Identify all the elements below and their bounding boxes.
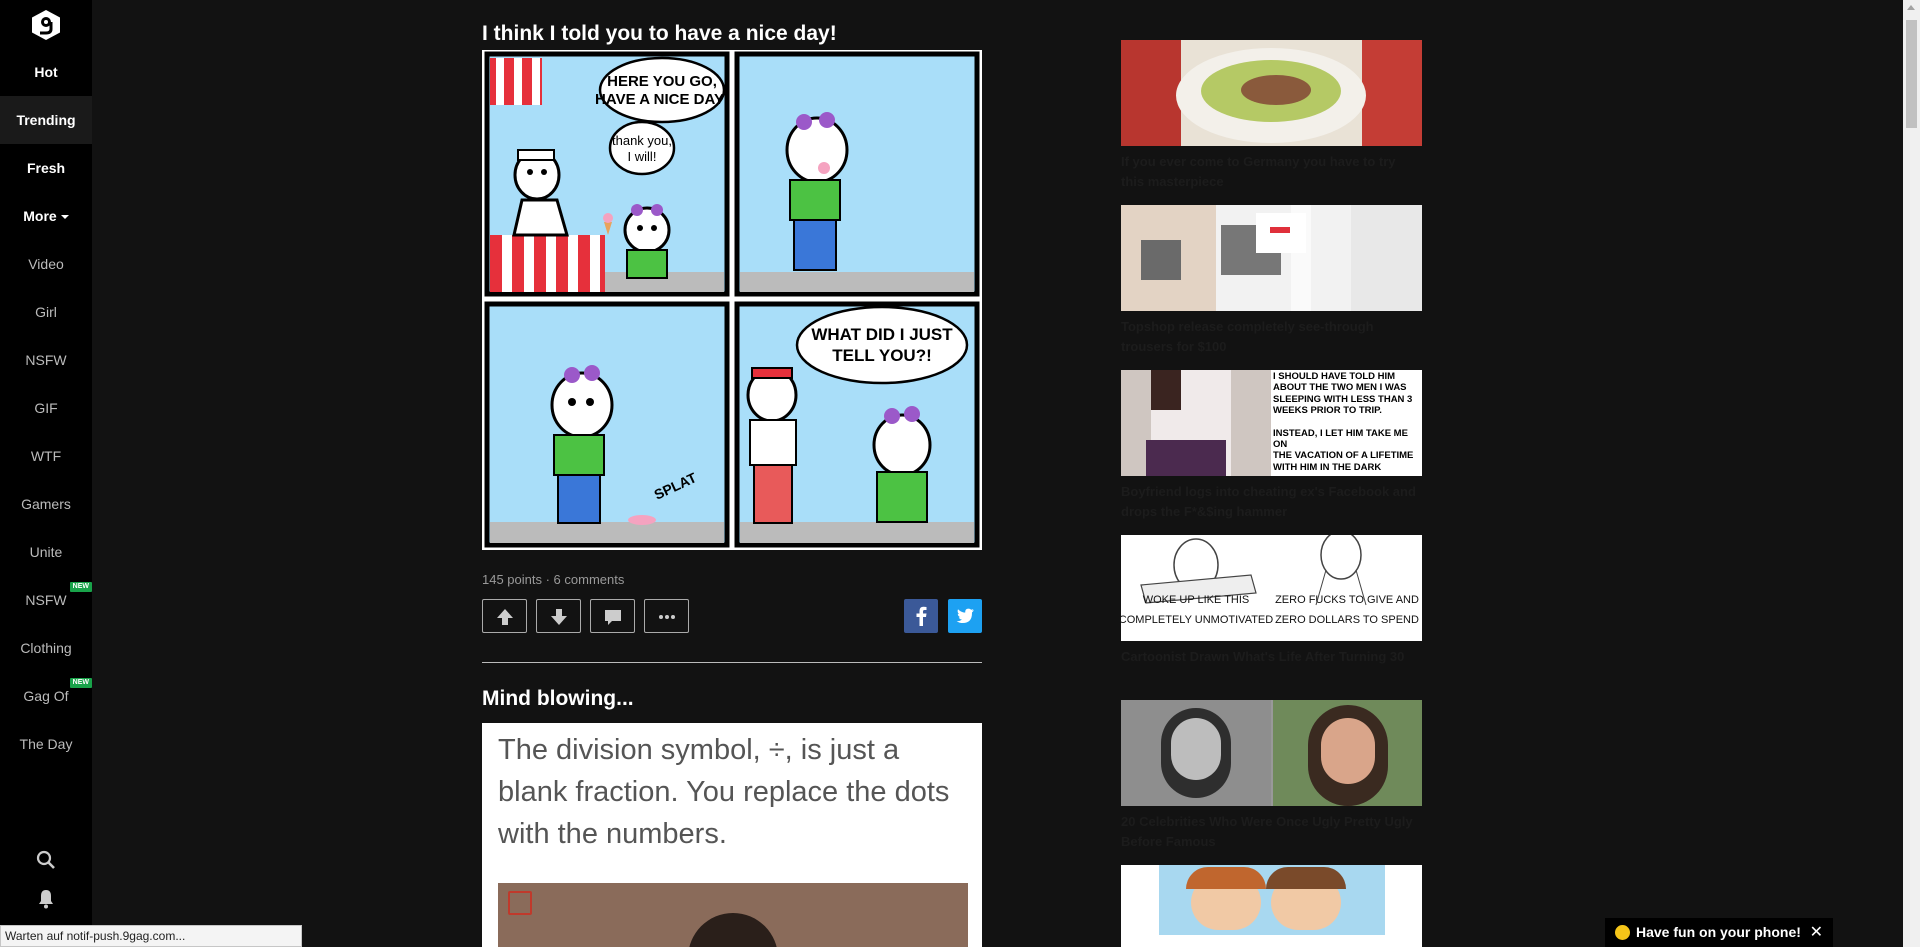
close-icon[interactable]: ✕ (1810, 918, 1823, 947)
scroll-thumb[interactable] (1906, 20, 1917, 128)
comic-svg: HERE YOU GO, HAVE A NICE DAY! thank you,… (484, 51, 980, 548)
ellipsis-icon (659, 615, 675, 619)
nav-gag-of[interactable]: Gag Of NEW (0, 672, 92, 720)
related-thumb (1121, 40, 1422, 146)
app-promo-banner[interactable]: Have fun on your phone! ✕ (1605, 918, 1833, 947)
related-title[interactable]: 20 Celebrities Who Were Once Ugly Pretty… (1121, 812, 1422, 852)
post-title[interactable]: I think I told you to have a nice day! (482, 22, 982, 46)
nav-hot[interactable]: Hot (0, 48, 92, 96)
nav-gif[interactable]: GIF (0, 384, 92, 432)
promo-label: Have fun on your phone! (1636, 924, 1801, 940)
thumb-text-line: I SHOULD HAVE TOLD HIM (1273, 371, 1396, 382)
related-title[interactable]: Cartoonist Drawn What's Life After Turni… (1121, 647, 1422, 667)
comment-icon (605, 610, 621, 625)
arrow-down-icon (551, 609, 567, 625)
thumb-text-spacer (1273, 417, 1421, 428)
related-thumb: WOKE UP LIKE THIS COMPLETELY UNMOTIVATED… (1121, 535, 1422, 641)
nav-unite[interactable]: Unite (0, 528, 92, 576)
thumb-text-line: THE VACATION OF A LIFETIME (1273, 450, 1414, 462)
post-2: Mind blowing... The division symbol, ÷, … (482, 687, 982, 947)
chevron-down-icon (60, 215, 69, 220)
page-scrollbar[interactable] (1903, 0, 1920, 947)
thumb-text-line: ZERO DOLLARS TO SPEND (1275, 614, 1419, 626)
post-meta[interactable]: 145 points · 6 comments (482, 572, 624, 587)
post-divider (482, 662, 982, 663)
nav-nsfw-new-label: NSFW (25, 592, 67, 608)
twitter-share-button[interactable] (948, 599, 982, 633)
scroll-up-icon[interactable] (1907, 5, 1915, 10)
nav-video[interactable]: Video (0, 240, 92, 288)
thumb-text-line: WEEKS PRIOR TO TRIP. (1273, 405, 1382, 417)
nav-nsfw[interactable]: NSFW (0, 336, 92, 384)
nav-the-day[interactable]: The Day (0, 720, 92, 768)
thumb-text-line: WOKE UP LIKE THIS (1143, 594, 1250, 606)
new-badge: NEW (69, 582, 92, 592)
post-image-photo (498, 883, 968, 947)
nav-wtf[interactable]: WTF (0, 432, 92, 480)
comic-bubble-line: WHAT DID I JUST (811, 325, 953, 344)
search-icon[interactable] (34, 848, 58, 872)
app-window: Hot Trending Fresh More Video Girl NSFW … (0, 0, 1920, 947)
nav-fresh[interactable]: Fresh (0, 144, 92, 192)
downvote-button[interactable] (536, 599, 581, 633)
nav-clothing[interactable]: Clothing (0, 624, 92, 672)
comic-bubble-line: thank you, (612, 133, 672, 148)
nav-gag-of-label: Gag Of (23, 688, 69, 704)
9gag-logo-icon[interactable] (31, 9, 61, 41)
related-thumb (1121, 865, 1422, 947)
nav-nsfw-new[interactable]: NSFW NEW (0, 576, 92, 624)
browser-status-bar: Warten auf notif-push.9gag.com... (0, 925, 302, 947)
post-image-caption: The division symbol, ÷, is just a blank … (498, 734, 950, 850)
nav-more-label: More (23, 208, 57, 224)
related-title[interactable]: Topshop release completely see-through t… (1121, 317, 1422, 357)
thumb-text-line: WITH HIM IN THE DARK (1273, 461, 1382, 473)
comic-bubble-line: TELL YOU?! (832, 346, 932, 365)
nav-gamers[interactable]: Gamers (0, 480, 92, 528)
upvote-button[interactable] (482, 599, 527, 633)
bell-icon[interactable] (34, 887, 58, 911)
post-1: I think I told you to have a nice day! H… (482, 22, 982, 633)
new-badge: NEW (69, 678, 92, 688)
comic-bubble-line: HERE YOU GO, (607, 73, 717, 90)
cartoon-drawing: WOKE UP LIKE THIS COMPLETELY UNMOTIVATED… (1121, 535, 1419, 626)
comic-bubble-line: I will! (628, 149, 657, 164)
related-thumb: I SHOULD HAVE TOLD HIM ABOUT THE TWO MEN… (1121, 370, 1422, 476)
nav-girl[interactable]: Girl (0, 288, 92, 336)
comment-button[interactable] (590, 599, 635, 633)
post-image-comic[interactable]: HERE YOU GO, HAVE A NICE DAY! thank you,… (482, 50, 982, 550)
thumb-text-line: INSTEAD, I LET HIM TAKE ME ON (1273, 427, 1408, 451)
nav-trending[interactable]: Trending (0, 96, 92, 144)
arrow-up-icon (497, 609, 513, 625)
comic-bubble-line: HAVE A NICE DAY! (595, 91, 729, 108)
thumb-text-line: SLEEPING WITH LESS THAN 3 (1273, 393, 1413, 405)
facebook-share-button[interactable] (904, 599, 938, 633)
thumb-text-line: ABOUT THE TWO MEN I WAS (1273, 382, 1407, 394)
related-title[interactable]: If you ever come to Germany you have to … (1121, 152, 1422, 192)
nav-more[interactable]: More (0, 192, 92, 240)
facebook-icon (916, 606, 927, 626)
related-title[interactable]: Boyfriend logs into cheating ex's Facebo… (1121, 482, 1422, 522)
twitter-icon (956, 608, 974, 623)
related-thumb (1121, 700, 1422, 806)
thumb-text-line: ZERO FUCKS TO GIVE AND (1275, 594, 1419, 606)
more-options-button[interactable] (644, 599, 689, 633)
related-thumb (1121, 205, 1422, 311)
smiley-icon (1615, 925, 1630, 940)
post-title[interactable]: Mind blowing... (482, 687, 982, 711)
thumb-text-line: COMPLETELY UNMOTIVATED (1121, 614, 1273, 626)
sidebar: Hot Trending Fresh More Video Girl NSFW … (0, 0, 92, 947)
post-image-text[interactable]: The division symbol, ÷, is just a blank … (482, 723, 982, 947)
